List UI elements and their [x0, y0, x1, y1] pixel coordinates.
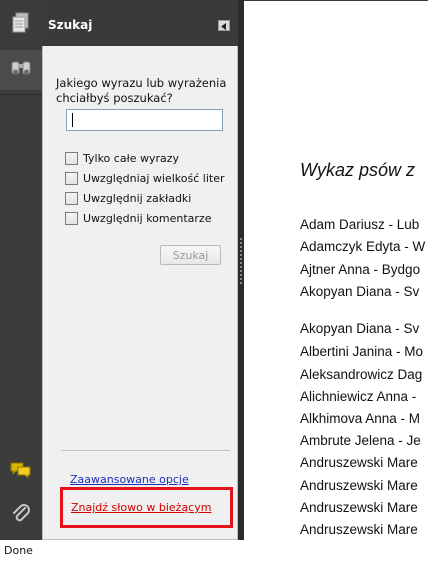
document-line: Akopyan Diana - Sv	[300, 321, 420, 336]
status-bar: Done	[0, 540, 428, 561]
attachments-icon	[11, 503, 31, 530]
document-line: Alichniewicz Anna -	[300, 389, 417, 404]
document-line: Albertini Janina - Mo	[300, 344, 424, 359]
pages-panel-button[interactable]	[0, 5, 42, 45]
document-line: Andruszewski Mare	[300, 522, 418, 537]
search-binoculars-icon	[10, 59, 32, 82]
pages-icon	[11, 12, 31, 39]
document-view[interactable]: Wykaz psów z Adam Dariusz - Lub Adamczyk…	[244, 0, 428, 540]
attachments-panel-button[interactable]	[0, 496, 42, 536]
status-text: Done	[4, 544, 33, 557]
panel-divider	[61, 450, 230, 451]
navigation-toolbar	[0, 0, 42, 540]
text-caret	[72, 113, 73, 127]
document-line: Adamczyk Edyta - W	[300, 239, 426, 254]
option-label: Uwzględnij komentarze	[83, 211, 212, 225]
option-include-bookmarks[interactable]: Uwzględnij zakładki	[65, 190, 191, 206]
highlight-annotation-box	[60, 487, 233, 528]
chevron-left-icon	[221, 17, 227, 35]
option-whole-words[interactable]: Tylko całe wyrazy	[65, 150, 179, 166]
panel-title: Szukaj	[48, 18, 93, 32]
include-comments-checkbox[interactable]	[65, 211, 78, 225]
comments-panel-button[interactable]	[0, 452, 42, 492]
option-include-comments[interactable]: Uwzględnij komentarze	[65, 210, 211, 226]
search-panel-body: Jakiego wyrazu lub wyrażenia chciałbyś p…	[42, 46, 238, 540]
option-label: Uwzględnij zakładki	[83, 191, 192, 205]
advanced-options-link[interactable]: Zaawansowane opcje	[70, 473, 189, 486]
document-line: Akopyan Diana - Sv	[300, 284, 420, 299]
case-sensitive-checkbox[interactable]	[65, 171, 78, 185]
search-panel: Szukaj Jakiego wyrazu lub wyrażenia chci…	[42, 0, 238, 540]
document-line: Andruszewski Mare	[300, 478, 418, 493]
splitter-grip[interactable]	[240, 238, 242, 284]
document-line: Andruszewski Mare	[300, 455, 418, 470]
search-input[interactable]	[66, 109, 223, 131]
option-label: Tylko całe wyrazy	[83, 151, 180, 165]
collapse-panel-button[interactable]	[218, 20, 230, 31]
comments-icon	[10, 461, 32, 484]
search-button[interactable]: Szukaj	[160, 245, 221, 265]
option-case-sensitive[interactable]: Uwzględniaj wielkość liter	[65, 170, 225, 186]
document-line: Aleksandrowicz Dag	[300, 367, 423, 382]
option-label: Uwzględniaj wielkość liter	[83, 171, 225, 185]
document-line: Ajtner Anna - Bydgo	[300, 262, 421, 277]
search-panel-header: Szukaj	[42, 0, 238, 46]
search-question-label: Jakiego wyrazu lub wyrażenia chciałbyś p…	[56, 76, 227, 105]
document-line: Andruszewski Mare	[300, 500, 418, 515]
document-line: Ambrute Jelena - Je	[300, 433, 421, 448]
document-title: Wykaz psów z	[300, 160, 416, 180]
include-bookmarks-checkbox[interactable]	[65, 191, 78, 205]
document-line: Adam Dariusz - Lub	[300, 217, 420, 232]
toolbar-divider	[0, 94, 42, 95]
whole-words-checkbox[interactable]	[65, 151, 78, 165]
search-panel-button[interactable]	[0, 50, 42, 90]
document-line: Alkhimova Anna - M	[300, 411, 421, 426]
